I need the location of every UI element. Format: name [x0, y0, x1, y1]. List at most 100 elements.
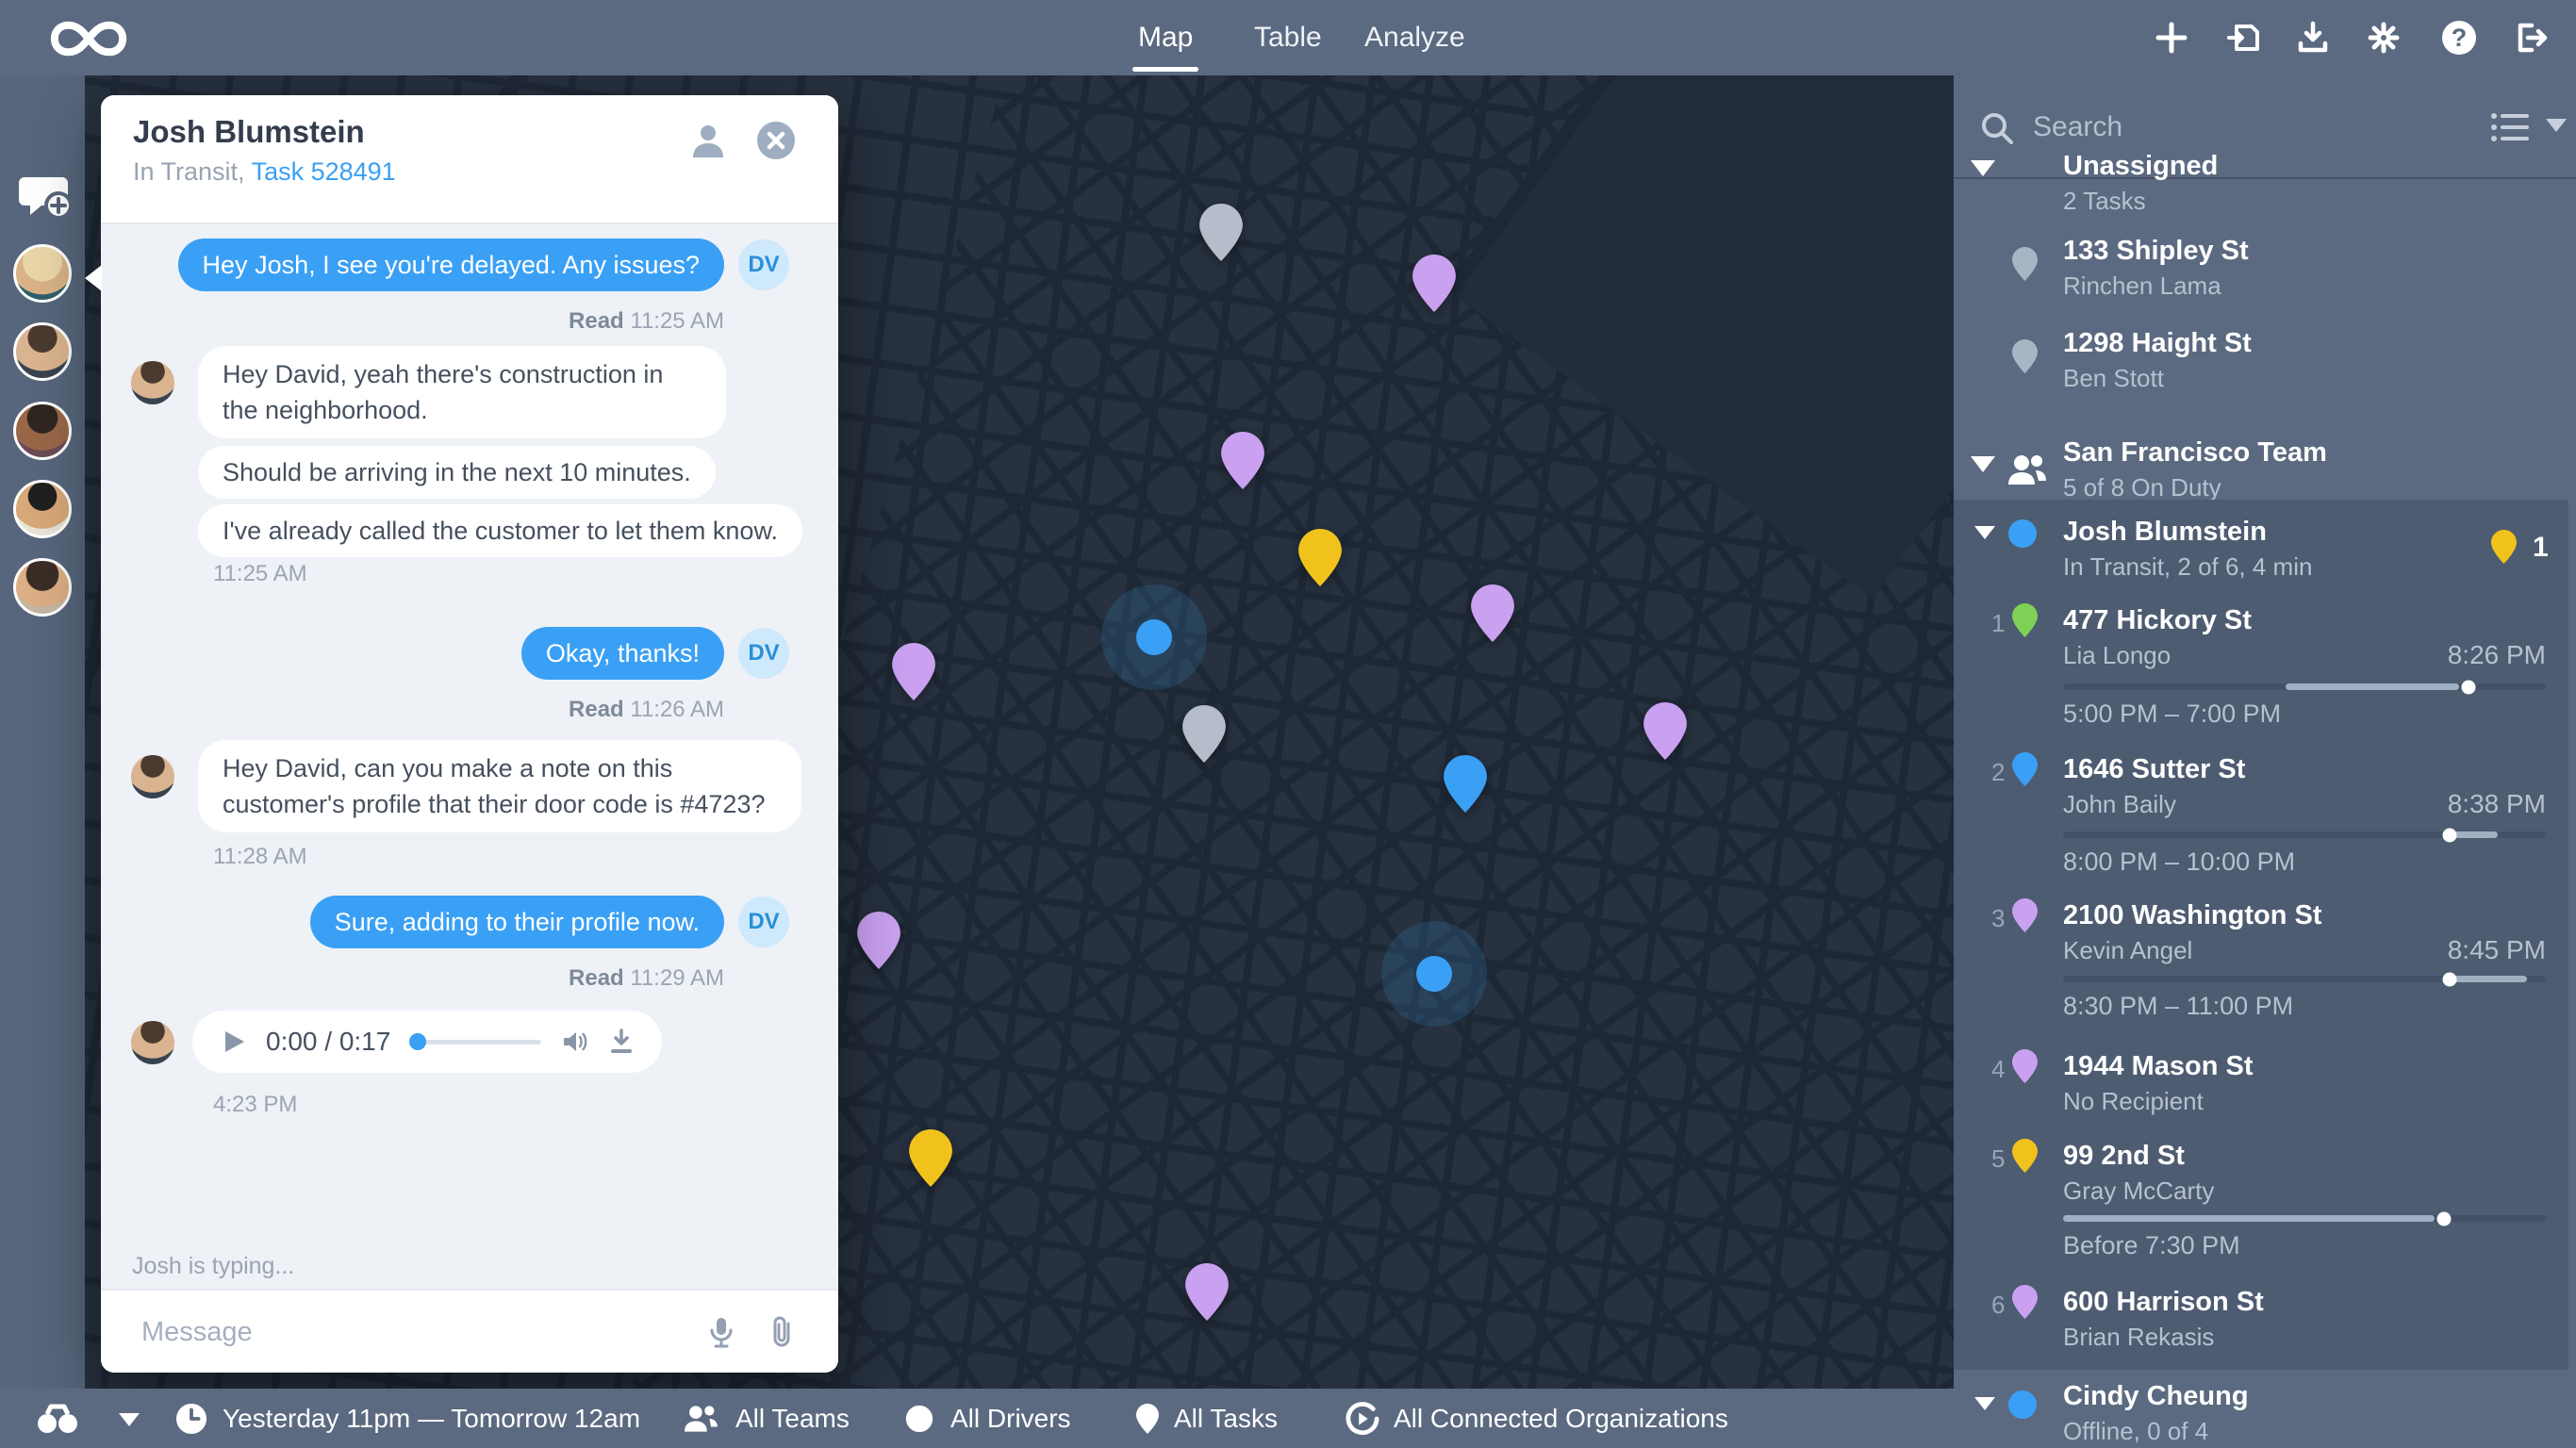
play-icon[interactable] — [219, 1028, 247, 1056]
filter-tasks[interactable]: All Tasks — [1136, 1403, 1278, 1435]
filter-organizations[interactable]: All Connected Organizations — [1346, 1403, 1728, 1435]
driver-status-dot — [2008, 1390, 2037, 1419]
mic-icon[interactable] — [704, 1315, 738, 1349]
map-pin-purple[interactable] — [892, 643, 935, 700]
map-driver-location[interactable] — [1101, 584, 1207, 690]
task-address[interactable]: 477 Hickory St — [2063, 605, 2252, 636]
driver-badge-pin-yellow — [2491, 530, 2517, 564]
driver-avatar-1[interactable] — [13, 244, 72, 303]
task-address[interactable]: 1944 Mason St — [2063, 1051, 2253, 1082]
task-recipient: Lia Longo — [2063, 641, 2171, 670]
new-chat-icon[interactable] — [15, 168, 74, 222]
task-pin-icon — [1136, 1403, 1159, 1435]
chat-message-out: Sure, adding to their profile now. — [310, 896, 724, 948]
tab-map[interactable]: Map — [1138, 0, 1193, 75]
driver-name[interactable]: Cindy Cheung — [2063, 1381, 2249, 1412]
app-logo-infinity-icon[interactable] — [43, 15, 134, 62]
driver-profile-icon[interactable] — [687, 120, 729, 161]
map-pin-purple[interactable] — [1471, 584, 1514, 642]
filter-bar: Yesterday 11pm — Tomorrow 12am All Teams… — [0, 1389, 1954, 1448]
task-eta: 8:38 PM — [2448, 789, 2546, 819]
map-pin-purple[interactable] — [1185, 1263, 1229, 1321]
attachment-icon[interactable] — [765, 1315, 799, 1349]
task-recipient: Ben Stott — [2063, 364, 2164, 393]
group-subtitle: 2 Tasks — [2063, 187, 2146, 216]
task-progress-bar — [2063, 1215, 2546, 1222]
lookout-binoculars-icon[interactable] — [36, 1403, 79, 1435]
map-pin-yellow[interactable] — [909, 1129, 952, 1187]
tab-analyze[interactable]: Analyze — [1364, 0, 1465, 75]
task-address[interactable]: 600 Harrison St — [2063, 1287, 2264, 1318]
read-receipt: Read 11:25 AM — [569, 308, 724, 335]
driver-name[interactable]: Josh Blumstein — [2063, 517, 2267, 548]
map-driver-location[interactable] — [1381, 921, 1487, 1027]
task-recipient: Rinchen Lama — [2063, 272, 2221, 301]
group-subtitle: 5 of 8 On Duty — [2063, 473, 2221, 502]
group-title-team[interactable]: San Francisco Team — [2063, 437, 2327, 469]
clock-icon — [175, 1403, 207, 1435]
unassigned-collapse-caret[interactable] — [1971, 160, 1995, 176]
task-address[interactable]: 133 Shipley St — [2063, 236, 2249, 267]
settings-gear-icon[interactable] — [2365, 19, 2403, 57]
import-icon[interactable] — [2225, 19, 2263, 57]
map-pin-purple[interactable] — [1221, 432, 1264, 489]
download-audio-icon[interactable] — [607, 1028, 636, 1056]
help-icon[interactable]: ? — [2440, 19, 2478, 57]
tab-table[interactable]: Table — [1254, 0, 1322, 75]
map-pin-purple[interactable] — [1412, 255, 1456, 312]
add-task-icon[interactable] — [2153, 19, 2190, 57]
close-chat-icon[interactable] — [755, 120, 797, 161]
task-number: 5 — [1991, 1144, 2005, 1174]
driver-status: Offline, 0 of 4 — [2063, 1417, 2208, 1446]
driver-collapse-caret[interactable] — [1974, 1397, 1995, 1410]
filter-drivers[interactable]: All Drivers — [903, 1403, 1071, 1435]
task-address[interactable]: 1298 Haight St — [2063, 328, 2252, 359]
task-recipient: Brian Rekasis — [2063, 1323, 2214, 1352]
team-icon — [2005, 451, 2048, 488]
audio-scrubber[interactable] — [409, 1040, 541, 1045]
task-progress-bar — [2063, 976, 2546, 982]
task-number: 3 — [1991, 904, 2005, 933]
list-view-icon[interactable] — [2491, 111, 2529, 143]
sender-initials-badge: DV — [738, 239, 789, 290]
timestamp: 11:25 AM — [213, 561, 307, 587]
driver-dot-icon — [903, 1403, 935, 1435]
driver-avatar-josh[interactable] — [13, 322, 72, 381]
active-tab-underline — [1132, 67, 1198, 72]
teams-icon — [681, 1403, 720, 1435]
map-pin-gray[interactable] — [1182, 705, 1226, 763]
task-number: 2 — [1991, 758, 2005, 787]
driver-avatar-5[interactable] — [13, 558, 72, 617]
task-recipient: Gray McCarty — [2063, 1176, 2214, 1206]
map-pin-purple[interactable] — [857, 912, 900, 969]
task-address[interactable]: 1646 Sutter St — [2063, 754, 2245, 785]
filter-date-range[interactable]: Yesterday 11pm — Tomorrow 12am — [175, 1403, 640, 1435]
map-pin-yellow[interactable] — [1298, 529, 1342, 586]
driver-avatar-4[interactable] — [13, 480, 72, 538]
task-address[interactable]: 2100 Washington St — [2063, 900, 2321, 931]
task-recipient: Kevin Angel — [2063, 936, 2192, 965]
chat-message-in: Hey David, can you make a note on this c… — [198, 740, 801, 832]
task-window: 8:30 PM – 11:00 PM — [2063, 992, 2293, 1021]
message-input[interactable] — [141, 1308, 669, 1357]
driver-avatar-3[interactable] — [13, 402, 72, 460]
driver-status-dot — [2008, 519, 2037, 548]
map-pin-blue[interactable] — [1444, 755, 1487, 813]
lookout-caret[interactable] — [119, 1413, 140, 1426]
map-pin-purple[interactable] — [1643, 702, 1687, 760]
chat-task-link[interactable]: Task 528491 — [252, 157, 396, 186]
chat-subtitle: In Transit, Task 528491 — [133, 157, 396, 187]
view-dropdown-caret[interactable] — [2546, 119, 2567, 132]
task-pin-purple — [2012, 1285, 2038, 1319]
driver-collapse-caret[interactable] — [1974, 526, 1995, 539]
team-collapse-caret[interactable] — [1971, 456, 1995, 472]
filter-teams[interactable]: All Teams — [681, 1403, 850, 1435]
audio-elapsed: 0:00 / 0:17 — [266, 1027, 390, 1057]
export-download-icon[interactable] — [2294, 19, 2332, 57]
group-title-unassigned[interactable]: Unassigned — [2063, 151, 2218, 182]
sign-out-icon[interactable] — [2511, 19, 2549, 57]
map-pin-gray[interactable] — [1199, 204, 1243, 261]
search-input[interactable] — [2033, 102, 2438, 153]
task-address[interactable]: 99 2nd St — [2063, 1141, 2185, 1172]
volume-icon[interactable] — [560, 1028, 588, 1056]
